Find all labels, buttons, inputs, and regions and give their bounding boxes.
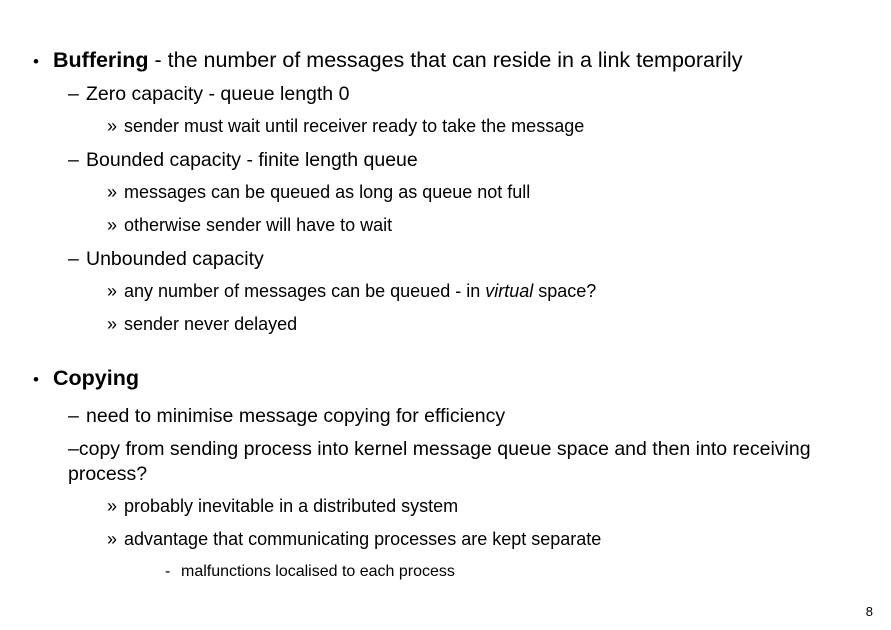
bullet-level2-zero-capacity: – Zero capacity - queue length 0 <box>0 82 891 107</box>
bullet-text-post: space? <box>533 281 597 301</box>
bullet-marker-level2: – <box>68 438 79 460</box>
bullet-level4-malfunctions-localised: - malfunctions localised to each process <box>0 561 891 582</box>
bullet-marker-level3: » <box>107 215 118 235</box>
bullet-text: copy from sending process into kernel me… <box>68 438 811 485</box>
bullet-level3-sender-must-wait: » sender must wait until receiver ready … <box>0 115 891 138</box>
bullet-level2-copy-from-sending: –copy from sending process into kernel m… <box>0 437 891 487</box>
bullet-marker-level1: • <box>33 370 39 389</box>
bullet-marker-level2: – <box>68 83 79 105</box>
bullet-text: probably inevitable in a distributed sys… <box>124 496 459 516</box>
bullet-level1-buffering: • Buffering - the number of messages tha… <box>0 46 891 76</box>
bullet-heading: Buffering <box>53 48 149 72</box>
bullet-level2-minimise-copying: – need to minimise message copying for e… <box>0 404 891 429</box>
bullet-text: advantage that communicating processes a… <box>124 529 602 549</box>
bullet-text-pre: any number of messages can be queued - i… <box>124 281 486 301</box>
bullet-text: messages can be queued as long as queue … <box>124 182 531 202</box>
bullet-text: need to minimise message copying for eff… <box>86 405 506 427</box>
bullet-marker-level3: » <box>107 529 118 549</box>
bullet-marker-level2: – <box>68 405 79 427</box>
bullet-heading-rest: - the number of messages that can reside… <box>148 48 743 72</box>
bullet-marker-level3: » <box>107 116 118 136</box>
bullet-text: otherwise sender will have to wait <box>124 215 393 235</box>
bullet-level3-any-number-virtual: » any number of messages can be queued -… <box>0 280 891 303</box>
bullet-text: any number of messages can be queued - i… <box>124 280 833 303</box>
bullet-marker-level4: - <box>165 563 171 580</box>
bullet-text: Bounded capacity - finite length queue <box>86 149 418 171</box>
bullet-marker-level2: – <box>68 149 79 171</box>
bullet-level3-messages-queued: » messages can be queued as long as queu… <box>0 181 891 204</box>
bullet-level3-otherwise-wait: » otherwise sender will have to wait <box>0 214 891 237</box>
bullet-text: Zero capacity - queue length 0 <box>86 83 350 105</box>
bullet-marker-level1: • <box>33 52 39 71</box>
bullet-level3-probably-inevitable: » probably inevitable in a distributed s… <box>0 495 891 518</box>
bullet-text: malfunctions localised to each process <box>181 563 455 580</box>
slide-canvas: • Buffering - the number of messages tha… <box>0 0 891 630</box>
bullet-text: sender never delayed <box>124 314 298 334</box>
bullet-text: Buffering - the number of messages that … <box>53 46 836 74</box>
bullet-marker-level2: – <box>68 248 79 270</box>
bullet-text: Unbounded capacity <box>86 248 264 270</box>
bullet-level3-sender-never-delayed: » sender never delayed <box>0 313 891 336</box>
bullet-heading: Copying <box>53 366 139 390</box>
bullet-text-italic: virtual <box>485 281 534 301</box>
bullet-marker-level3: » <box>107 496 118 516</box>
bullet-text: Copying <box>53 364 836 392</box>
bullet-level1-copying: • Copying <box>0 364 891 394</box>
bullet-level2-bounded-capacity: – Bounded capacity - finite length queue <box>0 148 891 173</box>
page-number: 8 <box>865 604 873 619</box>
bullet-level2-unbounded-capacity: – Unbounded capacity <box>0 247 891 272</box>
bullet-marker-level3: » <box>107 281 118 301</box>
bullet-level3-advantage-separate: » advantage that communicating processes… <box>0 528 891 551</box>
bullet-marker-level3: » <box>107 314 118 334</box>
bullet-marker-level3: » <box>107 182 118 202</box>
bullet-text: sender must wait until receiver ready to… <box>124 116 585 136</box>
slide-body: • Buffering - the number of messages tha… <box>0 46 891 588</box>
